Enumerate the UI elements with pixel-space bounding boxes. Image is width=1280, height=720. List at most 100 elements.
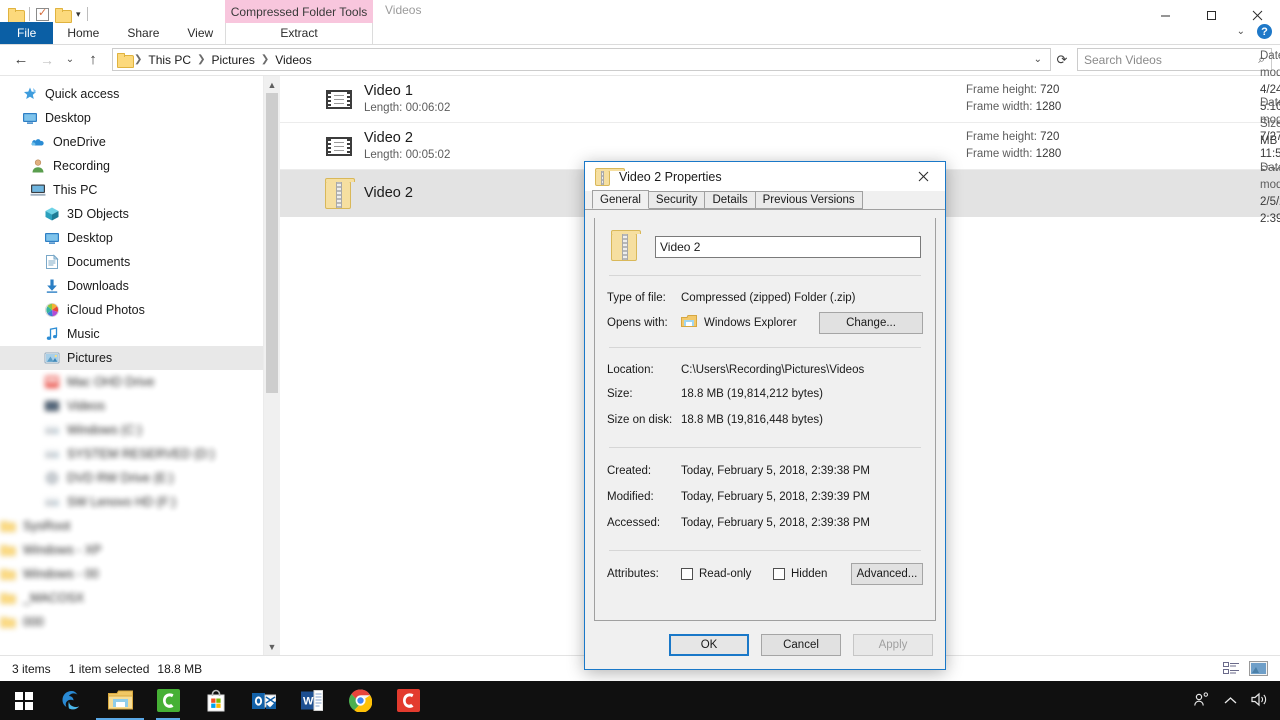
- dialog-tab-general[interactable]: General: [592, 190, 649, 209]
- advanced-button[interactable]: Advanced...: [851, 563, 923, 585]
- sidebar-item-label: _MACOSX: [23, 591, 85, 605]
- sidebar-item-label: SW Lenovo HD (F:): [67, 495, 177, 509]
- people-icon[interactable]: [1193, 691, 1210, 710]
- nav-scroll-down-button[interactable]: ▼: [264, 638, 280, 655]
- size-row: Size: 18.8 MB (19,814,212 bytes): [607, 381, 923, 407]
- ok-button[interactable]: OK: [669, 634, 749, 656]
- hidden-attribute[interactable]: Hidden: [773, 568, 851, 580]
- sidebar-item-dvd-rw-drive-e[interactable]: DVD RW Drive (E:): [0, 466, 280, 490]
- taskbar-word[interactable]: W: [288, 681, 336, 720]
- sidebar-item-label: Desktop: [45, 111, 91, 125]
- file-name: Video 1: [364, 82, 413, 99]
- taskbar-chrome[interactable]: [336, 681, 384, 720]
- forward-button[interactable]: →: [34, 47, 60, 73]
- cancel-button[interactable]: Cancel: [761, 634, 841, 656]
- ribbon-expand-chevron-icon[interactable]: ⌄: [1237, 26, 1245, 37]
- nav-scroll-thumb[interactable]: [266, 93, 278, 393]
- change-button[interactable]: Change...: [819, 311, 923, 334]
- file-name-input[interactable]: Video 2: [655, 236, 921, 258]
- taskbar-edge[interactable]: [48, 681, 96, 720]
- hidden-checkbox[interactable]: [773, 568, 785, 580]
- read-only-attribute[interactable]: Read-only: [681, 568, 773, 580]
- sidebar-item-label: DVD RW Drive (E:): [67, 471, 174, 485]
- qat-customize-chevron-icon[interactable]: ▾: [76, 9, 81, 19]
- file-length-label: Length:: [364, 148, 403, 161]
- tab-extract[interactable]: Extract: [225, 22, 373, 44]
- address-bar[interactable]: ❯ This PC ❯ Pictures ❯ Videos ⌄: [112, 48, 1051, 71]
- videos-icon: [44, 398, 60, 414]
- sidebar-item-label: Recording: [53, 159, 110, 173]
- pc-icon: [30, 182, 46, 198]
- type-of-file-label: Type of file:: [607, 291, 666, 304]
- sidebar-item-recording[interactable]: Recording: [0, 154, 280, 178]
- size-on-disk-value: 18.8 MB (19,816,448 bytes): [681, 414, 823, 426]
- sidebar-item-windows-c[interactable]: Windows (C:): [0, 418, 280, 442]
- tab-view[interactable]: View: [173, 22, 227, 44]
- dialog-tab-previous-versions[interactable]: Previous Versions: [754, 191, 863, 209]
- sidebar-item-windows-xp[interactable]: Windows - XP: [0, 538, 280, 562]
- qat-new-folder-icon[interactable]: [55, 7, 72, 23]
- breadcrumb-this-pc[interactable]: This PC: [144, 53, 195, 67]
- status-selection-size: 18.8 MB: [157, 661, 203, 676]
- file-row[interactable]: Video 1 Length: 00:06:02 Frame height: 720…: [280, 50, 1280, 147]
- sidebar-item-sw-lenovo-hd-f[interactable]: SW Lenovo HD (F:): [0, 490, 280, 514]
- taskbar-store[interactable]: [192, 681, 240, 720]
- sidebar-item-downloads[interactable]: Downloads: [0, 274, 280, 298]
- sidebar-item-documents[interactable]: Documents: [0, 250, 280, 274]
- sidebar-item-desktop[interactable]: Desktop: [0, 106, 280, 130]
- breadcrumb-separator: ❯: [260, 54, 270, 65]
- recent-locations-button[interactable]: ⌄: [60, 47, 80, 73]
- up-button[interactable]: ↑: [80, 47, 106, 73]
- explorer-folder-icon[interactable]: [8, 7, 25, 23]
- sidebar-item-desktop[interactable]: Desktop: [0, 226, 280, 250]
- taskbar-camtasia-editor[interactable]: [144, 681, 192, 720]
- qat-properties-icon[interactable]: [36, 6, 49, 21]
- dialog-close-button[interactable]: [901, 162, 945, 191]
- frame-width-label: Frame width:: [966, 101, 1033, 113]
- large-icons-view-icon[interactable]: [1249, 660, 1268, 677]
- sidebar-item-label: SYSTEM RESERVED (D:): [67, 447, 215, 461]
- dialog-tab-details[interactable]: Details: [704, 191, 756, 209]
- sidebar-item-videos[interactable]: Videos: [0, 394, 280, 418]
- accessed-row: Accessed: Today, February 5, 2018, 2:39:…: [607, 510, 923, 536]
- taskbar-outlook[interactable]: [240, 681, 288, 720]
- read-only-checkbox[interactable]: [681, 568, 693, 580]
- nav-scrollbar[interactable]: ▲ ▼: [263, 76, 280, 655]
- sidebar-item-sysroot[interactable]: SysRoot: [0, 514, 280, 538]
- file-date-value: 2/5/2018 2:39 PM: [1260, 195, 1280, 225]
- details-view-icon[interactable]: [1222, 660, 1241, 677]
- tab-home[interactable]: Home: [53, 22, 113, 44]
- sidebar-item-000[interactable]: 000: [0, 610, 280, 634]
- sidebar-item-this-pc[interactable]: This PC: [0, 178, 280, 202]
- tab-file[interactable]: File: [0, 22, 54, 44]
- help-icon[interactable]: ?: [1257, 24, 1272, 39]
- dialog-tab-security[interactable]: Security: [647, 191, 706, 209]
- start-button[interactable]: [0, 681, 48, 720]
- address-dropdown-icon[interactable]: ⌄: [1030, 54, 1046, 65]
- sidebar-item-macosx[interactable]: _MACOSX: [0, 586, 280, 610]
- taskbar-file-explorer[interactable]: [96, 681, 144, 720]
- sidebar-item-icloud-photos[interactable]: iCloud Photos: [0, 298, 280, 322]
- sidebar-item-system-reserved-d[interactable]: SYSTEM RESERVED (D:): [0, 442, 280, 466]
- nav-scroll-up-button[interactable]: ▲: [264, 76, 280, 93]
- taskbar-camtasia-recorder[interactable]: [384, 681, 432, 720]
- chevron-up-icon[interactable]: [1224, 693, 1237, 708]
- sidebar-item-mac-ohd-drive[interactable]: Mac OHD Drive: [0, 370, 280, 394]
- breadcrumb-videos[interactable]: Videos: [271, 53, 315, 67]
- sidebar-item-windows-00[interactable]: Windows - 00: [0, 562, 280, 586]
- back-button[interactable]: ←: [8, 47, 34, 73]
- sidebar-item-3d-objects[interactable]: 3D Objects: [0, 202, 280, 226]
- sidebar-item-onedrive[interactable]: OneDrive: [0, 130, 280, 154]
- file-date-modified: Date modified: 2/5/2018 2:39 PM: [1260, 160, 1280, 228]
- sidebar-item-music[interactable]: Music: [0, 322, 280, 346]
- refresh-button[interactable]: ⟳: [1051, 52, 1073, 68]
- tab-share[interactable]: Share: [113, 22, 173, 44]
- created-row: Created: Today, February 5, 2018, 2:39:3…: [607, 458, 923, 484]
- sidebar-item-label: 3D Objects: [67, 207, 129, 221]
- sidebar-item-pictures[interactable]: Pictures: [0, 346, 280, 370]
- sidebar-item-quick-access[interactable]: Quick access: [0, 82, 280, 106]
- breadcrumb-pictures[interactable]: Pictures: [207, 53, 258, 67]
- speaker-icon[interactable]: [1251, 692, 1268, 710]
- file-length-value: 00:05:02: [405, 148, 451, 161]
- search-input[interactable]: Search Videos ⌕: [1077, 48, 1272, 71]
